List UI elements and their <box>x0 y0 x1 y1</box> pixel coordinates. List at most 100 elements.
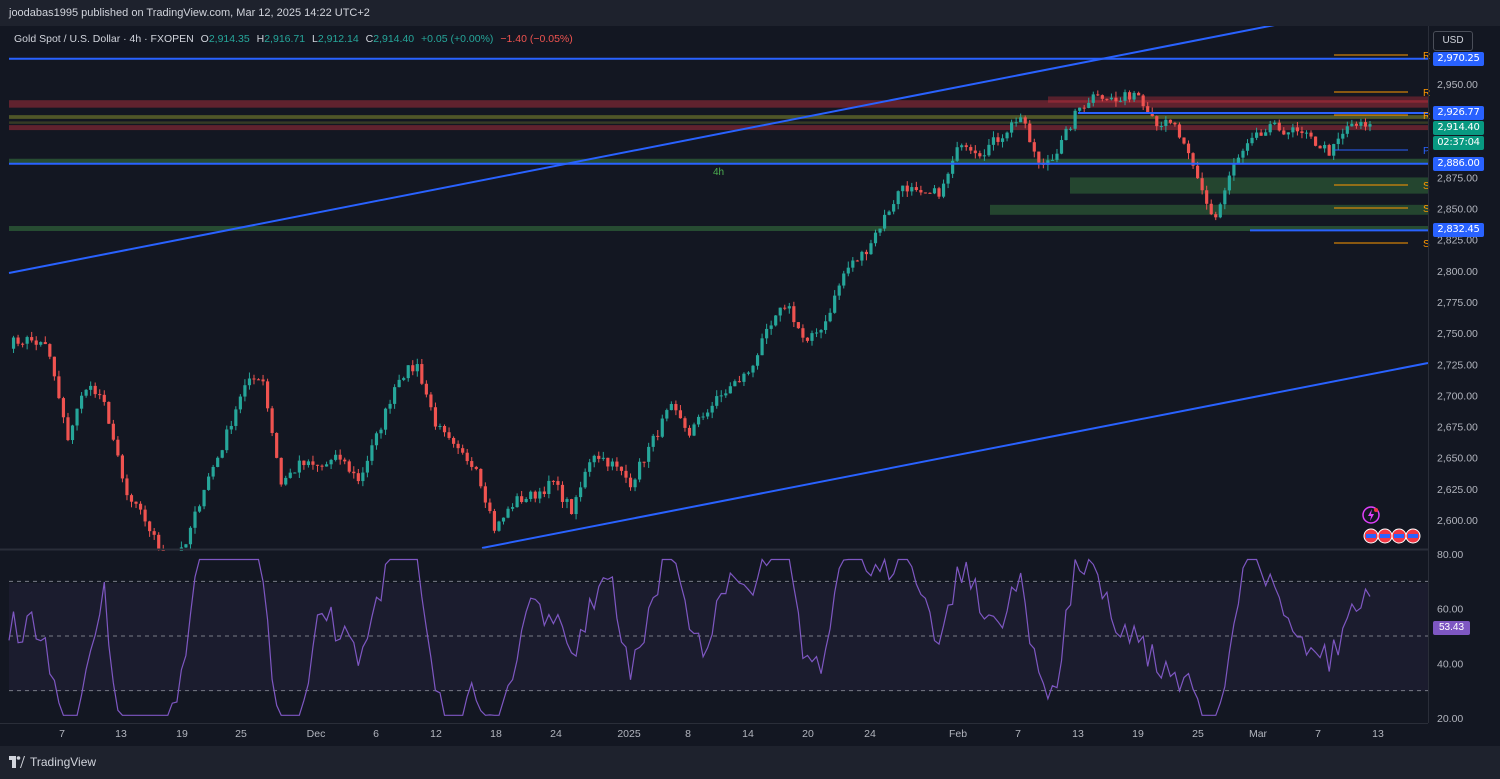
candle <box>746 372 751 374</box>
candle <box>1273 122 1277 125</box>
candle <box>642 461 646 463</box>
candle <box>25 337 29 344</box>
candle <box>742 373 746 382</box>
candle <box>293 472 297 474</box>
bottom-bar: TradingView <box>0 746 1500 779</box>
candle <box>1082 107 1086 109</box>
symbol-name[interactable]: Gold Spot / U.S. Dollar · 4h · FXOPEN <box>14 33 194 45</box>
price-badge: 2,914.40 <box>1433 121 1484 136</box>
economic-event-flags-icon[interactable] <box>1363 528 1421 544</box>
candle <box>492 511 497 531</box>
candle <box>1000 138 1005 142</box>
candle <box>1205 190 1209 204</box>
candle <box>447 432 451 438</box>
candle <box>1336 138 1340 145</box>
candle <box>406 365 410 379</box>
price-badge: 2,926.77 <box>1433 105 1484 120</box>
candle <box>465 452 469 462</box>
candle <box>520 496 524 502</box>
candle <box>1164 119 1168 127</box>
candle <box>932 188 937 194</box>
candle <box>343 459 347 462</box>
change-bid-value: −1.40 (−0.05%) <box>500 33 573 45</box>
candle <box>706 412 710 417</box>
symbol-legend[interactable]: Gold Spot / U.S. Dollar · 4h · FXOPEN O2… <box>14 33 581 45</box>
candle <box>57 376 61 399</box>
candle <box>320 465 324 467</box>
candle <box>483 486 487 503</box>
candle <box>1291 127 1295 133</box>
currency-button[interactable]: USD <box>1433 31 1473 51</box>
candle <box>306 461 311 466</box>
candle <box>1313 136 1318 146</box>
ohlc-values: O2,914.35 H2,916.71 L2,912.14 C2,914.40 … <box>201 33 577 45</box>
candle <box>433 407 438 427</box>
candle <box>1286 132 1290 135</box>
candle <box>864 251 869 255</box>
candle <box>991 137 996 145</box>
candle <box>225 429 229 451</box>
candle <box>1245 143 1250 151</box>
candle <box>1050 159 1055 161</box>
candle <box>34 340 38 345</box>
candle <box>792 306 796 323</box>
candle <box>365 460 369 473</box>
candle <box>1295 127 1300 132</box>
candle <box>79 395 84 409</box>
candle <box>1127 92 1132 100</box>
candle <box>529 491 533 499</box>
candle <box>1363 122 1368 127</box>
candle <box>1037 151 1041 163</box>
time-tick-label: 13 <box>115 728 127 740</box>
candle <box>84 389 88 396</box>
candle <box>937 188 941 197</box>
candle <box>388 403 392 409</box>
time-axis[interactable]: 7 13 19 25 Dec 6 12 18 24 2025 8 14 20 24 Feb 7 13 19 25 Ma… <box>59 728 1384 740</box>
candle <box>1341 133 1345 139</box>
candle <box>1318 145 1322 149</box>
price-tick-label: 2,950.00 <box>1437 79 1478 91</box>
candle <box>837 285 841 296</box>
candle <box>1032 142 1036 152</box>
candle <box>547 480 551 495</box>
candle <box>420 364 424 384</box>
tradingview-logo-icon[interactable] <box>9 756 25 768</box>
candle <box>411 365 415 372</box>
candle <box>687 427 692 436</box>
candle <box>211 466 215 477</box>
price-chart[interactable]: RRRPSSS 2,950.002,875.002,850.002,800.00… <box>0 26 1500 746</box>
candle <box>765 328 769 339</box>
price-tick-label: 2,750.00 <box>1437 328 1478 340</box>
events-icons[interactable] <box>1362 505 1432 547</box>
candle <box>510 507 515 509</box>
candle <box>760 338 764 356</box>
time-tick-label: 6 <box>373 728 379 740</box>
rsi-tick-label: 60.00 <box>1437 604 1463 616</box>
time-tick-label: 12 <box>430 728 442 740</box>
candle <box>93 385 97 395</box>
zone-rect <box>9 121 1428 124</box>
candle <box>774 315 778 326</box>
candle <box>551 480 555 482</box>
zone-rect <box>9 115 1428 119</box>
candle <box>1114 97 1118 102</box>
publish-info: joodabas1995 published on TradingView.co… <box>9 7 370 19</box>
candle <box>238 396 242 410</box>
candle <box>1196 165 1200 179</box>
candle <box>125 478 129 496</box>
time-tick-label: 19 <box>1132 728 1144 740</box>
low-value: 2,912.14 <box>317 33 359 45</box>
candle <box>1028 123 1032 143</box>
candle <box>1055 153 1059 160</box>
candle <box>846 267 850 274</box>
candle <box>415 364 419 372</box>
candle <box>202 489 206 507</box>
candle <box>833 295 837 313</box>
time-tick-label: 7 <box>1015 728 1021 740</box>
tradingview-brand[interactable]: TradingView <box>30 755 96 769</box>
candle <box>379 429 383 434</box>
flash-icon[interactable] <box>1362 506 1380 524</box>
candle <box>1223 190 1227 205</box>
candle <box>11 337 16 349</box>
candle <box>805 337 810 341</box>
